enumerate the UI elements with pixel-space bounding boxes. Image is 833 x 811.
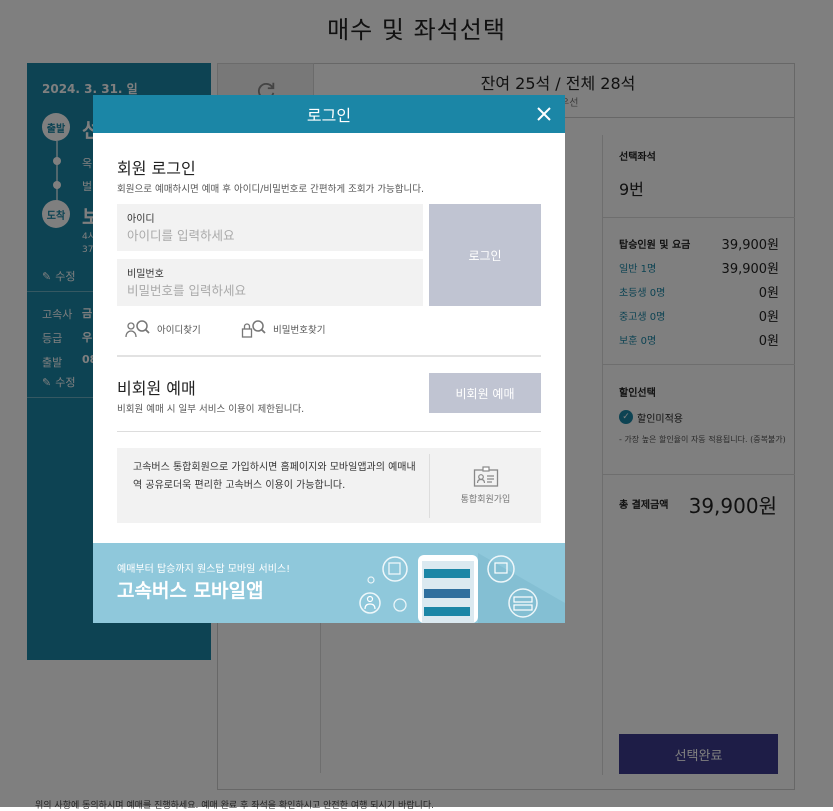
member-login-desc: 회원으로 예매하시면 예매 후 아이디/비밀번호로 간편하게 조회가 가능합니다… [117, 184, 425, 195]
modal-header: 로그인 [93, 95, 565, 133]
lock-search-icon [241, 320, 266, 338]
id-field[interactable]: 아이디 [117, 204, 423, 251]
id-card-icon [473, 466, 498, 487]
user-search-icon [125, 320, 150, 338]
login-button[interactable]: 로그인 [429, 204, 541, 306]
divider [117, 431, 541, 432]
id-input[interactable] [127, 226, 407, 244]
join-promo-text: 고속버스 통합회원으로 가입하시면 홈페이지와 모바일앱과의 예매내역 공유로더… [133, 462, 416, 491]
modal-title: 로그인 [306, 106, 352, 125]
divider [117, 355, 541, 357]
guest-desc: 비회원 예매 시 일부 서비스 이용이 제한됩니다. [117, 404, 305, 415]
password-input[interactable] [127, 281, 407, 299]
find-id-link[interactable]: 아이디찾기 [125, 319, 201, 339]
join-member-label: 통합회원가입 [460, 495, 511, 505]
password-label: 비밀번호 [127, 269, 164, 280]
guest-booking-button[interactable]: 비회원 예매 [429, 373, 541, 413]
mobile-app-banner[interactable]: 예매부터 탑승까지 원스탑 모바일 서비스! 고속버스 모바일앱 [93, 543, 565, 623]
member-login-title: 회원 로그인 [117, 159, 196, 178]
join-member-link[interactable]: 통합회원가입 [430, 448, 541, 523]
close-button[interactable] [531, 101, 557, 127]
id-label: 아이디 [127, 214, 155, 225]
find-password-link[interactable]: 비밀번호찾기 [241, 319, 325, 339]
join-promo-box: 고속버스 통합회원으로 가입하시면 홈페이지와 모바일앱과의 예매내역 공유로더… [117, 448, 541, 523]
mobile-app-illustration [359, 553, 565, 623]
login-modal: 로그인 회원 로그인 회원으로 예매하시면 예매 후 아이디/비밀번호로 간편하… [93, 95, 565, 623]
guest-title: 비회원 예매 [117, 379, 196, 398]
find-id-label: 아이디찾기 [157, 325, 201, 336]
find-password-label: 비밀번호찾기 [273, 325, 326, 336]
close-icon [537, 107, 551, 121]
password-field[interactable]: 비밀번호 [117, 259, 423, 306]
